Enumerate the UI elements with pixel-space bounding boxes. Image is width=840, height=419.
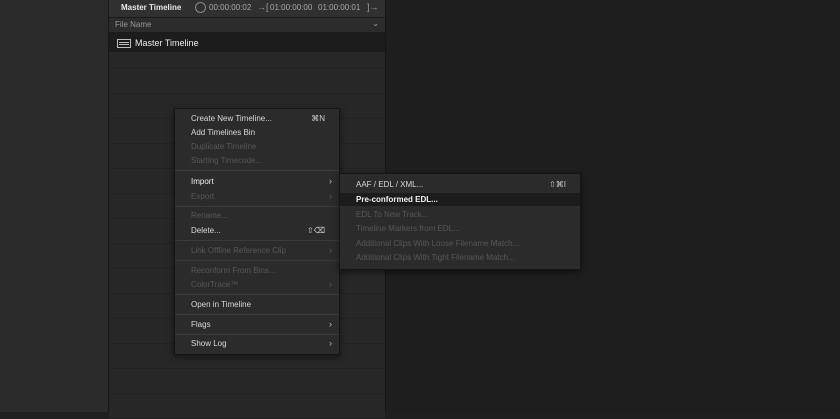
chevron-down-icon[interactable]: ⌄	[372, 19, 379, 28]
empty-row	[109, 356, 385, 369]
submenu-item-edl-to-new-track: EDL To New Track...	[356, 210, 429, 219]
chevron-right-icon: ›	[329, 176, 332, 186]
chevron-right-icon: ›	[329, 319, 332, 329]
submenu-item-pre-conformed-edl[interactable]: Pre-conformed EDL...	[340, 193, 580, 206]
submenu-item-tight-filename-match: Additional Clips With Tight Filename Mat…	[356, 253, 515, 262]
column-header[interactable]: File Name ⌄	[109, 18, 385, 33]
timeline-icon	[117, 39, 131, 48]
menu-separator	[175, 294, 339, 295]
left-gutter	[0, 0, 109, 412]
import-submenu: AAF / EDL / XML... ⇧⌘I Pre-conformed EDL…	[339, 173, 581, 270]
menu-item-delete[interactable]: Delete... ⇧⌫	[175, 224, 339, 237]
menu-item-reconform-from-bins: Reconform From Bins...	[191, 266, 276, 275]
submenu-item-loose-filename-match: Additional Clips With Loose Filename Mat…	[356, 239, 520, 248]
list-item[interactable]: Master Timeline	[109, 33, 385, 52]
chevron-right-icon: ›	[329, 279, 332, 289]
menu-item-duplicate-timeline: Duplicate Timeline	[191, 142, 257, 151]
list-item-label: Master Timeline	[135, 38, 199, 48]
clock-icon	[195, 2, 206, 13]
out-timecode: 01:00:00:01	[318, 3, 361, 12]
menu-item-open-in-timeline[interactable]: Open in Timeline	[175, 298, 339, 311]
menu-separator	[175, 314, 339, 315]
current-timecode: 00:00:00:02	[209, 3, 252, 12]
panel-title: Master Timeline	[121, 3, 182, 12]
panel-header: Master Timeline 00:00:00:02 →[ 01:00:00:…	[109, 0, 385, 18]
empty-row	[109, 393, 385, 407]
submenu-item-timeline-markers-from-edl: Timeline Markers from EDL...	[356, 224, 460, 233]
chevron-right-icon: ›	[329, 338, 332, 348]
menu-separator	[175, 334, 339, 335]
in-timecode: 01:00:00:00	[270, 3, 313, 12]
shortcut: ⌘N	[311, 114, 325, 123]
empty-row	[109, 93, 385, 107]
empty-row	[109, 68, 385, 82]
menu-item-rename: Rename...	[191, 211, 228, 220]
context-menu: Create New Timeline... ⌘N Add Timelines …	[174, 108, 340, 355]
menu-separator	[175, 170, 339, 171]
menu-item-flags[interactable]: Flags ›	[175, 318, 339, 331]
empty-row	[109, 406, 385, 419]
menu-item-add-timelines-bin[interactable]: Add Timelines Bin	[175, 126, 339, 139]
shortcut: ⇧⌫	[306, 226, 325, 235]
chevron-right-icon: ›	[329, 191, 332, 201]
menu-item-show-log[interactable]: Show Log ›	[175, 337, 339, 350]
menu-item-import[interactable]: Import ›	[175, 175, 339, 188]
menu-separator	[175, 240, 339, 241]
menu-separator	[175, 206, 339, 207]
empty-row	[109, 56, 385, 69]
shortcut: ⇧⌘I	[549, 180, 566, 189]
menu-item-create-new-timeline[interactable]: Create New Timeline... ⌘N	[175, 112, 339, 125]
in-point-icon: →[	[257, 2, 269, 12]
chevron-right-icon: ›	[329, 245, 332, 255]
menu-item-starting-timecode: Starting Timecode...	[191, 156, 263, 165]
menu-item-link-offline-reference-clip: Link Offline Reference Clip ›	[191, 245, 332, 255]
empty-row	[109, 81, 385, 94]
submenu-item-aaf-edl-xml[interactable]: AAF / EDL / XML... ⇧⌘I	[340, 178, 580, 191]
out-point-icon: ]→	[367, 2, 379, 12]
empty-row	[109, 381, 385, 394]
menu-item-colortrace: ColorTrace™ ›	[191, 279, 332, 289]
menu-separator	[175, 260, 339, 261]
column-file-name[interactable]: File Name	[115, 20, 151, 29]
empty-row	[109, 368, 385, 382]
menu-item-export: Export ›	[191, 191, 332, 201]
